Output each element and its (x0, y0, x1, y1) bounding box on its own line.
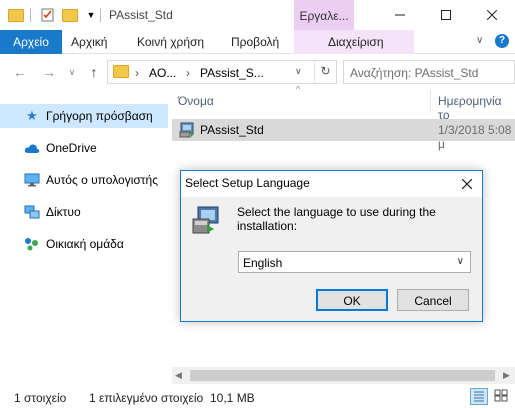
nav-item-label: OneDrive (46, 141, 97, 155)
context-tab-tools[interactable]: Εργαλε... (294, 0, 354, 30)
file-name: PAssist_Std (200, 123, 264, 137)
file-row[interactable]: PAssist_Std 1/3/2018 5:08 μ (172, 119, 515, 151)
language-select-value: English (243, 256, 283, 270)
ok-button[interactable]: OK (316, 289, 388, 311)
large-icons-view-icon (494, 389, 508, 402)
properties-icon[interactable] (40, 7, 56, 23)
tab-home[interactable]: Αρχική (71, 30, 107, 54)
nav-item-network[interactable]: Δίκτυο (0, 200, 168, 224)
column-divider[interactable] (430, 90, 431, 112)
setup-icon (189, 205, 221, 240)
scroll-right-arrow-icon[interactable]: ▶ (503, 370, 510, 381)
forward-arrow-icon[interactable]: → (39, 62, 59, 82)
horizontal-scrollbar[interactable]: ◀ ▶ (172, 367, 515, 384)
cancel-button[interactable]: Cancel (397, 289, 469, 311)
new-folder-icon[interactable] (62, 7, 78, 23)
dialog-close-button[interactable] (456, 174, 478, 194)
dialog-title-bar: Select Setup Language (181, 171, 482, 197)
cloud-icon (24, 140, 40, 156)
refresh-icon[interactable]: ↻ (314, 61, 336, 83)
maximize-button[interactable] (423, 0, 469, 30)
network-icon (24, 204, 40, 220)
breadcrumb-separator-icon: › (135, 66, 139, 80)
folder-icon (113, 65, 129, 78)
sort-ascending-icon: ^ (296, 84, 301, 94)
back-arrow-icon[interactable]: ← (10, 62, 30, 82)
minimize-button[interactable] (377, 0, 423, 30)
scroll-left-arrow-icon[interactable]: ◀ (175, 370, 182, 381)
computer-icon (24, 172, 40, 188)
installer-icon (179, 122, 195, 141)
tab-file[interactable]: Αρχείο (0, 30, 62, 54)
file-date: 1/3/2018 5:08 μ (438, 123, 512, 151)
details-view-button[interactable] (470, 388, 488, 405)
nav-item-label: Οικιακή ομάδα (46, 237, 124, 251)
status-item-count: 1 στοιχείο (14, 391, 67, 405)
dialog-message: Select the language to use during the in… (237, 205, 436, 233)
search-input[interactable]: Αναζήτηση: PAssist_Std (343, 60, 515, 84)
tab-manage[interactable]: Διαχείριση (328, 30, 384, 54)
details-view-icon (474, 391, 484, 402)
breadcrumb-item[interactable]: AO... (149, 66, 176, 80)
ribbon-tabs: Αρχείο Αρχική Κοινή χρήση Προβολή Διαχεί… (0, 30, 515, 54)
chevron-down-icon: ∨ (456, 256, 464, 267)
nav-item-label: Δίκτυο (46, 205, 81, 219)
nav-item-label: Αυτός ο υπολογιστής (46, 173, 158, 187)
nav-item-quick-access[interactable]: ★ Γρήγορη πρόσβαση (0, 104, 168, 128)
dialog-title: Select Setup Language (185, 176, 310, 190)
chevron-down-icon[interactable]: ∨ (295, 66, 302, 77)
column-header-name[interactable]: Όνομα (178, 94, 214, 108)
language-select[interactable]: English ∨ (238, 251, 471, 273)
large-icons-view-button[interactable] (493, 388, 511, 405)
up-arrow-icon[interactable]: ↑ (84, 62, 104, 82)
nav-item-this-pc[interactable]: Αυτός ο υπολογιστής (0, 168, 168, 192)
nav-item-homegroup[interactable]: Οικιακή ομάδα (0, 232, 168, 256)
address-bar[interactable]: › AO... › PAssist_S... ∨ ↻ (107, 60, 337, 84)
breadcrumb-item[interactable]: PAssist_S... (200, 66, 264, 80)
divider (30, 8, 31, 22)
close-button[interactable] (469, 0, 515, 30)
nav-item-label: Γρήγορη πρόσβαση (46, 109, 153, 123)
window-title: PAssist_Std (109, 8, 173, 22)
status-selection: 1 επιλεγμένο στοιχείο (89, 391, 204, 405)
tab-share[interactable]: Κοινή χρήση (137, 30, 204, 54)
divider (100, 8, 101, 22)
tab-view[interactable]: Προβολή (231, 30, 279, 54)
scrollbar-thumb[interactable] (190, 370, 495, 381)
explorer-window: ▼ PAssist_Std Εργαλε... Αρχείο Αρχική Κο… (0, 0, 515, 408)
nav-item-onedrive[interactable]: OneDrive (0, 136, 168, 160)
folder-icon (8, 7, 24, 23)
status-size: 10,1 MB (210, 391, 255, 405)
setup-language-dialog: Select Setup Language Select the languag… (180, 170, 483, 322)
title-bar: ▼ PAssist_Std Εργαλε... (0, 0, 515, 30)
column-header-date[interactable]: Ημερομηνία τρ (438, 94, 515, 122)
breadcrumb-separator-icon: › (186, 66, 190, 80)
help-icon[interactable]: ? (495, 34, 509, 48)
chevron-down-icon[interactable]: ∨ (476, 35, 483, 46)
homegroup-icon (24, 236, 40, 252)
chevron-down-icon[interactable]: ▼ (83, 7, 99, 23)
recent-locations-chevron-icon[interactable]: ∨ (62, 62, 82, 82)
star-icon: ★ (26, 108, 38, 123)
